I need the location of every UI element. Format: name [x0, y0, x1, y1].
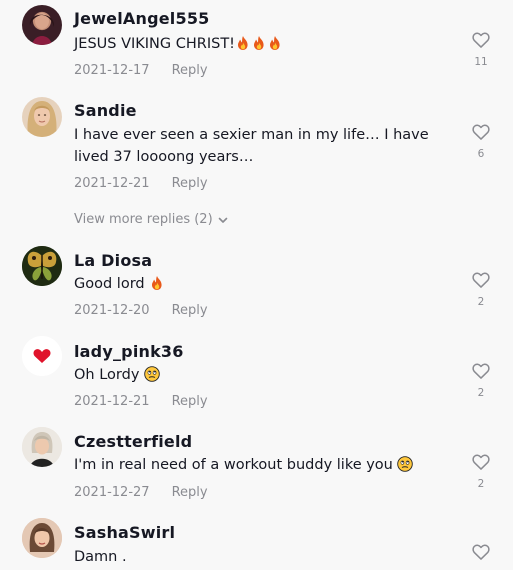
avatar-grey-hair-icon [22, 427, 62, 467]
comment-date: 2021-12-21 [74, 394, 150, 409]
comment-text: Damn . [74, 549, 127, 565]
avatar[interactable] [22, 5, 62, 45]
view-more-replies-button[interactable]: View more replies (2) [74, 212, 229, 227]
like-button[interactable]: 11 [470, 30, 492, 68]
rolling-eyes-emoji-icon [397, 456, 413, 472]
heart-outline-icon [471, 30, 491, 50]
like-count: 2 [477, 478, 485, 490]
comment-meta: 2021-12-17 Reply [74, 63, 208, 78]
avatar[interactable] [22, 518, 62, 558]
comment-date: 2021-12-20 [74, 303, 150, 318]
heart-outline-icon [471, 270, 491, 290]
reply-button[interactable]: Reply [172, 176, 208, 191]
comment-meta: 2021-12-20 Reply [74, 303, 208, 318]
comment-meta: 2021-12-27 Reply [74, 485, 208, 500]
chevron-down-icon [217, 214, 229, 226]
comment-text: I'm in real need of a workout buddy like… [74, 454, 464, 476]
avatar[interactable] [22, 336, 62, 376]
avatar-butterfly-icon [22, 246, 62, 286]
reply-button[interactable]: Reply [172, 303, 208, 318]
rolling-eyes-emoji-icon [144, 366, 160, 382]
like-button[interactable]: 2 [470, 361, 492, 399]
avatar[interactable] [22, 427, 62, 467]
fire-emoji-icon [149, 275, 165, 291]
like-count: 6 [477, 148, 485, 160]
reply-button[interactable]: Reply [172, 485, 208, 500]
comment-date: 2021-12-27 [74, 485, 150, 500]
like-button[interactable] [470, 542, 492, 562]
heart-outline-icon [471, 361, 491, 381]
avatar-blonde-icon [27, 101, 57, 137]
username[interactable]: La Diosa [74, 251, 152, 270]
comment-text: Oh Lordy [74, 364, 454, 386]
heart-outline-icon [471, 542, 491, 562]
username[interactable]: lady_pink36 [74, 342, 184, 361]
like-button[interactable]: 6 [470, 122, 492, 160]
comment-meta: 2021-12-21 Reply [74, 394, 208, 409]
avatar-red-heart-icon [22, 336, 62, 376]
like-button[interactable]: 2 [470, 452, 492, 490]
reply-button[interactable]: Reply [172, 394, 208, 409]
like-button[interactable]: 2 [470, 270, 492, 308]
username[interactable]: SashaSwirl [74, 523, 175, 542]
username[interactable]: Sandie [74, 101, 137, 120]
heart-outline-icon [471, 452, 491, 472]
like-count: 11 [474, 56, 488, 68]
view-more-replies-label: View more replies (2) [74, 212, 213, 227]
like-count: 2 [477, 387, 485, 399]
like-count: 2 [477, 296, 485, 308]
comment-text: JESUS VIKING CHRIST! [74, 33, 454, 55]
avatar-portrait-icon [22, 518, 62, 558]
comment-date: 2021-12-17 [74, 63, 150, 78]
comment-text: Good lord [74, 273, 454, 295]
avatar-dark-hair-icon [29, 13, 55, 45]
comment-date: 2021-12-21 [74, 176, 150, 191]
fire-emoji-icon [251, 35, 267, 51]
reply-button[interactable]: Reply [172, 63, 208, 78]
username[interactable]: Czestterfield [74, 432, 192, 451]
avatar[interactable] [22, 97, 62, 137]
comment-text: I have ever seen a sexier man in my life… [74, 127, 429, 165]
fire-emoji-icon [235, 35, 251, 51]
avatar[interactable] [22, 246, 62, 286]
username[interactable]: JewelAngel555 [74, 9, 209, 28]
fire-emoji-icon [267, 35, 283, 51]
heart-outline-icon [471, 122, 491, 142]
comment-meta: 2021-12-21 Reply [74, 176, 208, 191]
